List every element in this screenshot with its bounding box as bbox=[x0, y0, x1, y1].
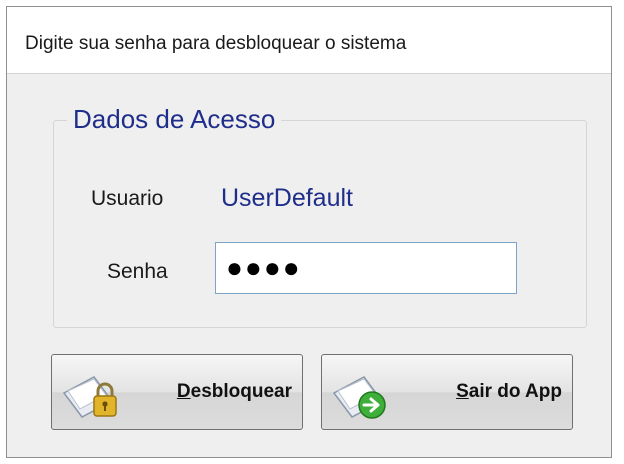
dialog-header: Digite sua senha para desbloquear o sist… bbox=[7, 7, 611, 74]
exit-app-button[interactable]: Sair do App bbox=[321, 354, 573, 430]
unlock-button[interactable]: Desbloquear bbox=[51, 354, 303, 430]
header-prompt: Digite sua senha para desbloquear o sist… bbox=[25, 33, 407, 54]
access-group-box bbox=[53, 120, 587, 328]
user-value: UserDefault bbox=[221, 184, 353, 212]
dialog-frame: Digite sua senha para desbloquear o sist… bbox=[6, 6, 612, 458]
dialog-content: Dados de Acesso Usuario UserDefault Senh… bbox=[7, 74, 611, 457]
access-group-title: Dados de Acesso bbox=[67, 104, 282, 135]
unlock-button-label: Desbloquear bbox=[176, 381, 292, 402]
padlock-icon bbox=[62, 376, 117, 418]
unlock-dialog: Digite sua senha para desbloquear o sist… bbox=[0, 0, 624, 464]
user-label: Usuario bbox=[91, 187, 164, 210]
exit-arrow-icon bbox=[332, 376, 386, 419]
password-field[interactable]: ●●●● bbox=[215, 242, 517, 294]
password-label: Senha bbox=[107, 260, 168, 283]
exit-app-button-label: Sair do App bbox=[456, 381, 562, 402]
